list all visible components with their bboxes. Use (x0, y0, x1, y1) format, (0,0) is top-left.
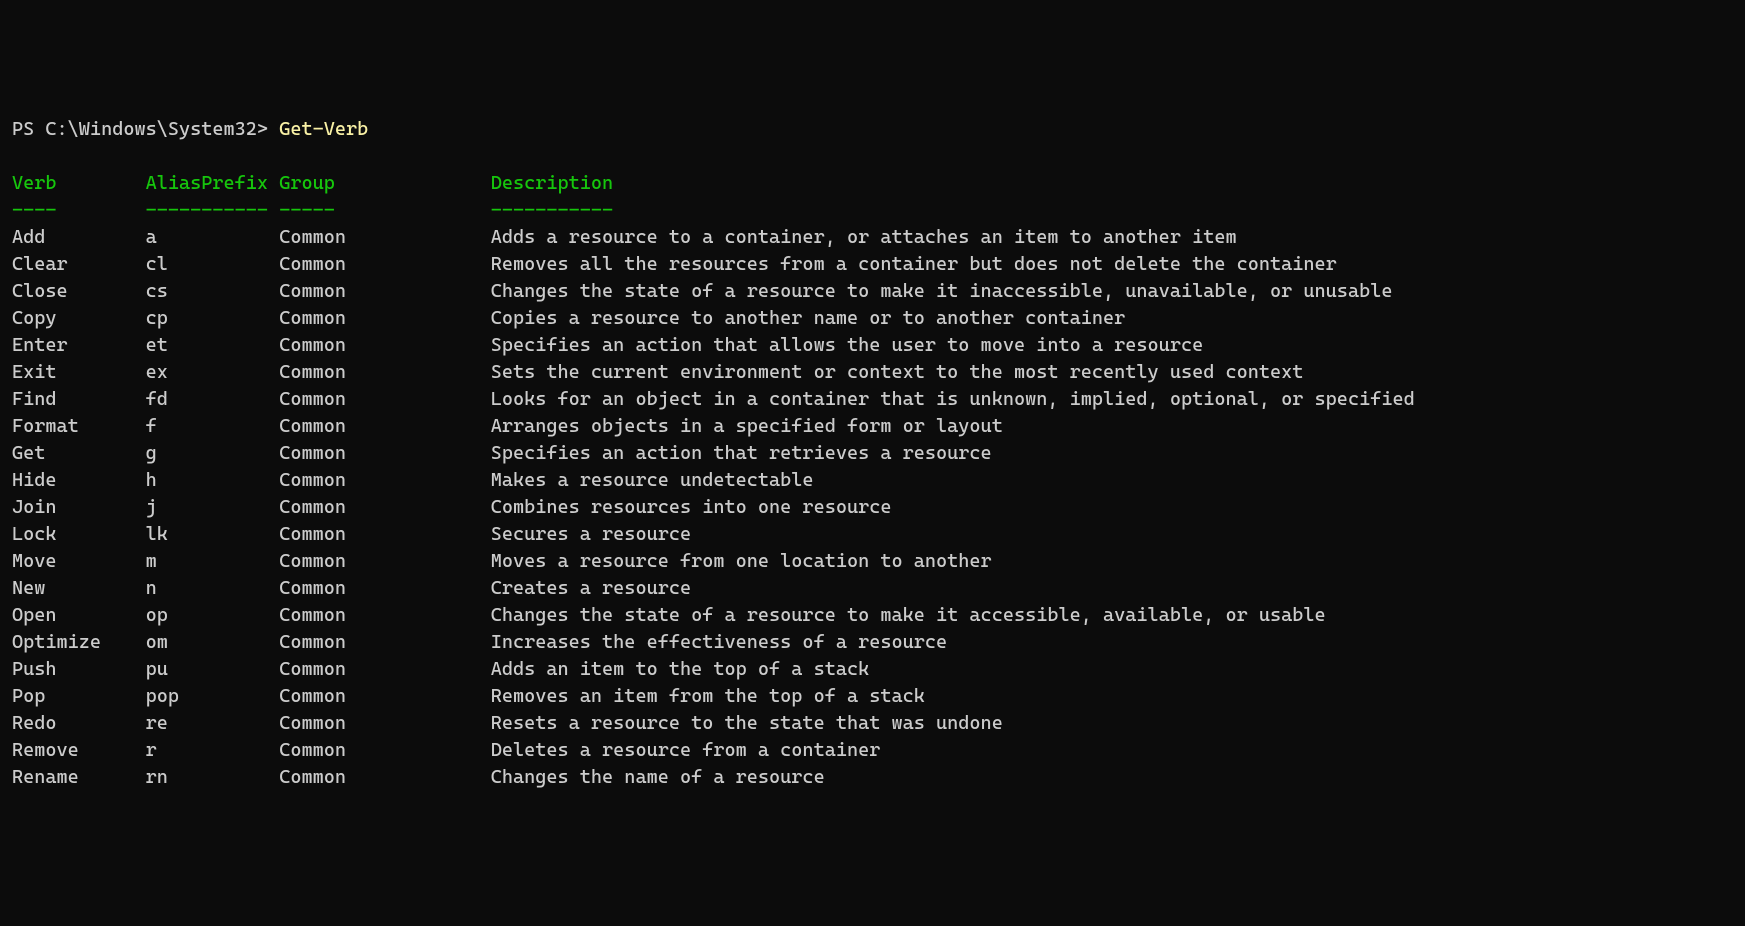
table-header: Verb AliasPrefix Group Description (12, 172, 613, 194)
table-rows: Add a Common Adds a resource to a contai… (12, 226, 1415, 788)
prompt-prefix: PS C:\Windows\System32> (12, 118, 279, 140)
table-separator: ---- ----------- ----- ----------- (12, 199, 613, 221)
prompt-command[interactable]: Get-Verb (279, 118, 368, 140)
terminal-output: PS C:\Windows\System32> Get-Verb Verb Al… (12, 116, 1733, 791)
